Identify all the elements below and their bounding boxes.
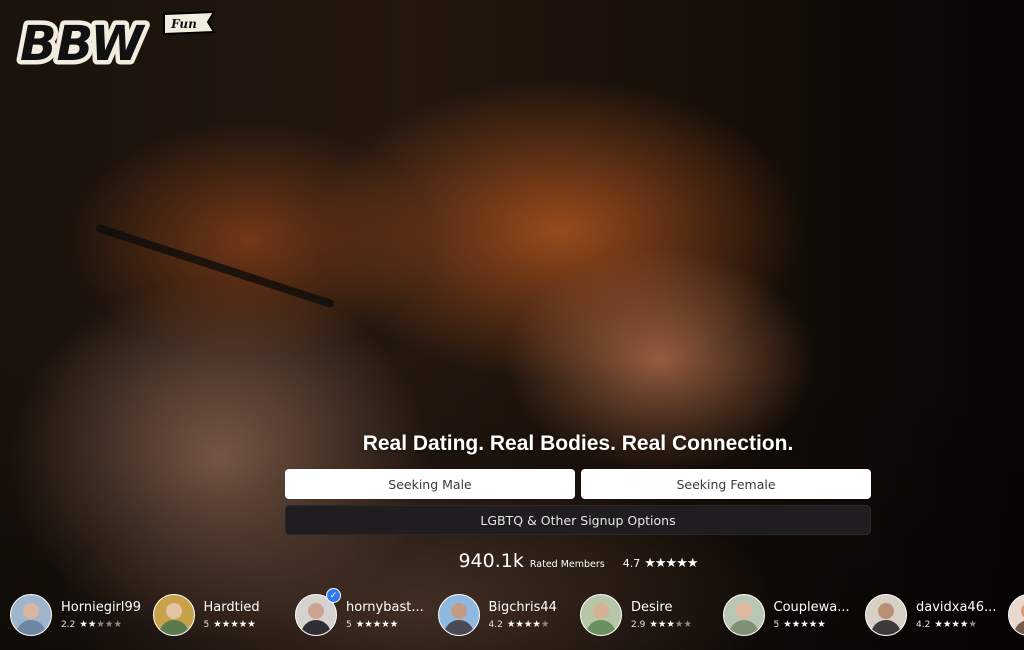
member-rating-value: 2.2	[61, 619, 76, 630]
member-card-2[interactable]: Hardtied 5 ★★★★★	[152, 590, 260, 640]
avatar	[152, 594, 195, 636]
member-name: hornybast...	[346, 600, 424, 615]
member-name: Desire	[631, 600, 673, 615]
avatar-body	[871, 620, 901, 635]
avatar	[437, 594, 480, 636]
hero-headline: Real Dating. Real Bodies. Real Connectio…	[362, 432, 794, 455]
member-card-8[interactable]	[1007, 590, 1024, 640]
member-rating-value: 5	[203, 619, 210, 630]
member-name: davidxa46...	[916, 600, 997, 615]
average-rating: 4.7	[622, 557, 641, 570]
member-rating-value: 2.9	[631, 619, 646, 630]
avatar-head	[165, 603, 182, 619]
avatar-body	[301, 620, 331, 635]
avatar-head	[878, 603, 894, 619]
member-card-4[interactable]: Bigchris44 4.2 ★★★★★	[437, 590, 557, 640]
member-rating: 5 ★★★★★	[774, 619, 850, 630]
member-meta: davidxa46... 4.2 ★★★★★	[916, 600, 996, 630]
seeking-female-button[interactable]: Seeking Female	[581, 469, 871, 499]
member-rating-stars: ★★★★★	[79, 619, 122, 630]
avatar-body	[586, 620, 616, 635]
member-rating-stars: ★★★★★	[355, 619, 399, 630]
avatar-body	[158, 620, 189, 635]
member-rating-stars: ★★★★★	[506, 619, 550, 630]
member-rating-stars: ★★★★★	[213, 619, 256, 630]
member-meta: Couplewa... 5 ★★★★★	[774, 600, 850, 630]
avatar-head	[735, 603, 752, 619]
member-meta: Desire 2.9 ★★★★★	[631, 600, 692, 630]
member-meta: hornybast... 5 ★★★★★	[346, 600, 424, 630]
avatar	[10, 594, 52, 636]
member-name: Hardtied	[203, 600, 260, 615]
member-rating-stars: ★★★★★	[783, 619, 826, 630]
member-card-5[interactable]: Desire 2.9 ★★★★★	[580, 590, 692, 640]
avatar-head	[308, 603, 324, 619]
member-rating-value: 4.2	[488, 619, 503, 630]
avatar-head	[23, 603, 39, 619]
avatar-head	[450, 603, 467, 619]
member-meta: Bigchris44 4.2 ★★★★★	[489, 600, 557, 630]
members-label: Rated Members	[529, 559, 605, 570]
member-rating-value: 5	[346, 619, 352, 630]
avatar-head	[593, 603, 609, 619]
member-name: Horniegirl99	[61, 600, 142, 615]
member-rating-value: 4.2	[916, 619, 931, 630]
member-rating-stars: ★★★★★	[649, 619, 692, 630]
member-name: Couplewa...	[773, 600, 850, 615]
avatar	[580, 594, 622, 636]
logo-wordmark: BBW	[20, 16, 146, 68]
member-card-6[interactable]: Couplewa... 5 ★★★★★	[722, 590, 850, 640]
avatar-body	[443, 620, 474, 635]
verified-badge-icon: ✓	[326, 588, 341, 603]
member-card-7[interactable]: davidxa46... 4.2 ★★★★★	[865, 590, 996, 640]
seeking-male-button[interactable]: Seeking Male	[285, 469, 575, 499]
page: Fun BBW BBW Real Dating. Real Bodies. Re…	[0, 0, 1024, 650]
member-carousel: Horniegirl99 2.2 ★★★★★ Hardtied 5 ★★★★★	[0, 588, 1024, 642]
member-rating: 4.2 ★★★★★	[489, 619, 557, 630]
avatar	[865, 594, 907, 636]
member-rating-stars: ★★★★★	[934, 619, 977, 630]
logo-badge-text: Fun	[170, 17, 197, 31]
avatar-body	[1013, 620, 1024, 635]
member-rating: 5 ★★★★★	[204, 619, 260, 630]
avatar	[1007, 594, 1024, 636]
member-rating: 4.2 ★★★★★	[916, 619, 996, 630]
avatar	[722, 594, 765, 636]
member-card-1[interactable]: Horniegirl99 2.2 ★★★★★	[10, 590, 141, 640]
member-meta: Horniegirl99 2.2 ★★★★★	[61, 600, 141, 630]
logo-graphic: Fun BBW BBW	[16, 10, 216, 77]
member-rating: 2.2 ★★★★★	[61, 619, 141, 630]
avatar-body	[728, 620, 759, 635]
other-signup-options-button[interactable]: LGBTQ & Other Signup Options	[285, 505, 871, 535]
site-stats: 940.1k Rated Members 4.7 ★★★★★	[285, 550, 871, 572]
member-meta: Hardtied 5 ★★★★★	[204, 600, 260, 630]
member-name: Bigchris44	[488, 600, 557, 615]
member-rating: 5 ★★★★★	[346, 619, 424, 630]
site-logo[interactable]: Fun BBW BBW	[14, 10, 218, 77]
average-rating-stars: ★★★★★	[644, 555, 698, 570]
member-card-3[interactable]: ✓ hornybast... 5 ★★★★★	[295, 588, 424, 640]
member-rating-value: 5	[773, 619, 780, 630]
avatar-body	[16, 620, 46, 635]
avatar-head	[1020, 603, 1024, 619]
members-count: 940.1k	[458, 550, 524, 572]
member-rating: 2.9 ★★★★★	[631, 619, 692, 630]
